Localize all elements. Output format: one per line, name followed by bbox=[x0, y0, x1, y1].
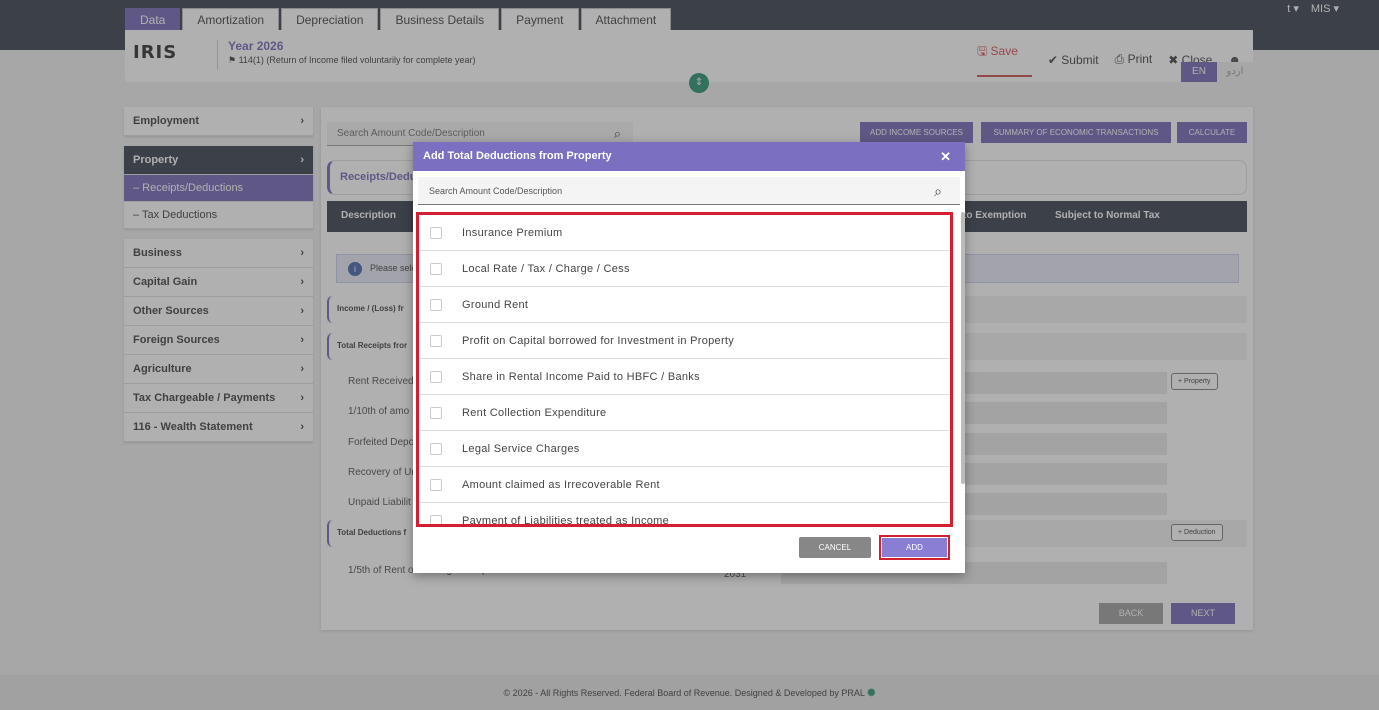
list-item-label: Share in Rental Income Paid to HBFC / Ba… bbox=[462, 370, 700, 383]
dialog-header: Add Total Deductions from Property ✕ bbox=[413, 142, 965, 171]
checkbox[interactable] bbox=[430, 298, 442, 311]
checkbox[interactable] bbox=[430, 262, 442, 275]
list-item-label: Local Rate / Tax / Charge / Cess bbox=[462, 262, 630, 275]
add-button[interactable]: ADD bbox=[882, 538, 947, 557]
dialog-search-input[interactable] bbox=[418, 177, 898, 205]
scrollbar[interactable] bbox=[961, 212, 965, 484]
checkbox[interactable] bbox=[430, 226, 442, 239]
list-item-label: Amount claimed as Irrecoverable Rent bbox=[462, 478, 660, 491]
deduction-list: Insurance Premium Local Rate / Tax / Cha… bbox=[416, 212, 953, 527]
list-item-label: Profit on Capital borrowed for Investmen… bbox=[462, 334, 735, 347]
add-deductions-dialog: Add Total Deductions from Property ✕ ⌕ I… bbox=[413, 142, 965, 573]
checkbox[interactable] bbox=[430, 334, 442, 347]
list-item[interactable]: Profit on Capital borrowed for Investmen… bbox=[419, 323, 950, 359]
cancel-button[interactable]: CANCEL bbox=[799, 537, 871, 558]
list-item[interactable]: Amount claimed as Irrecoverable Rent bbox=[419, 467, 950, 503]
checkbox[interactable] bbox=[430, 370, 442, 383]
list-item-label: Rent Collection Expenditure bbox=[462, 406, 607, 419]
list-item[interactable]: Legal Service Charges bbox=[419, 431, 950, 467]
list-item-label: Legal Service Charges bbox=[462, 442, 580, 455]
checkbox[interactable] bbox=[430, 478, 442, 491]
search-icon[interactable]: ⌕ bbox=[934, 183, 942, 200]
checkbox[interactable] bbox=[430, 514, 442, 524]
list-item[interactable]: Share in Rental Income Paid to HBFC / Ba… bbox=[419, 359, 950, 395]
list-item[interactable]: Payment of Liabilities treated as Income bbox=[419, 503, 950, 527]
list-item-label: Ground Rent bbox=[462, 298, 529, 311]
list-item-label: Payment of Liabilities treated as Income bbox=[462, 514, 670, 527]
list-item[interactable]: Insurance Premium bbox=[419, 215, 950, 251]
add-button-highlight: ADD bbox=[879, 535, 950, 560]
dialog-search: ⌕ bbox=[418, 177, 960, 205]
list-item-label: Insurance Premium bbox=[462, 226, 563, 239]
checkbox[interactable] bbox=[430, 442, 442, 455]
list-item[interactable]: Ground Rent bbox=[419, 287, 950, 323]
dialog-title: Add Total Deductions from Property bbox=[423, 150, 612, 162]
list-item[interactable]: Local Rate / Tax / Charge / Cess bbox=[419, 251, 950, 287]
list-item[interactable]: Rent Collection Expenditure bbox=[419, 395, 950, 431]
close-icon[interactable]: ✕ bbox=[940, 142, 951, 171]
checkbox[interactable] bbox=[430, 406, 442, 419]
